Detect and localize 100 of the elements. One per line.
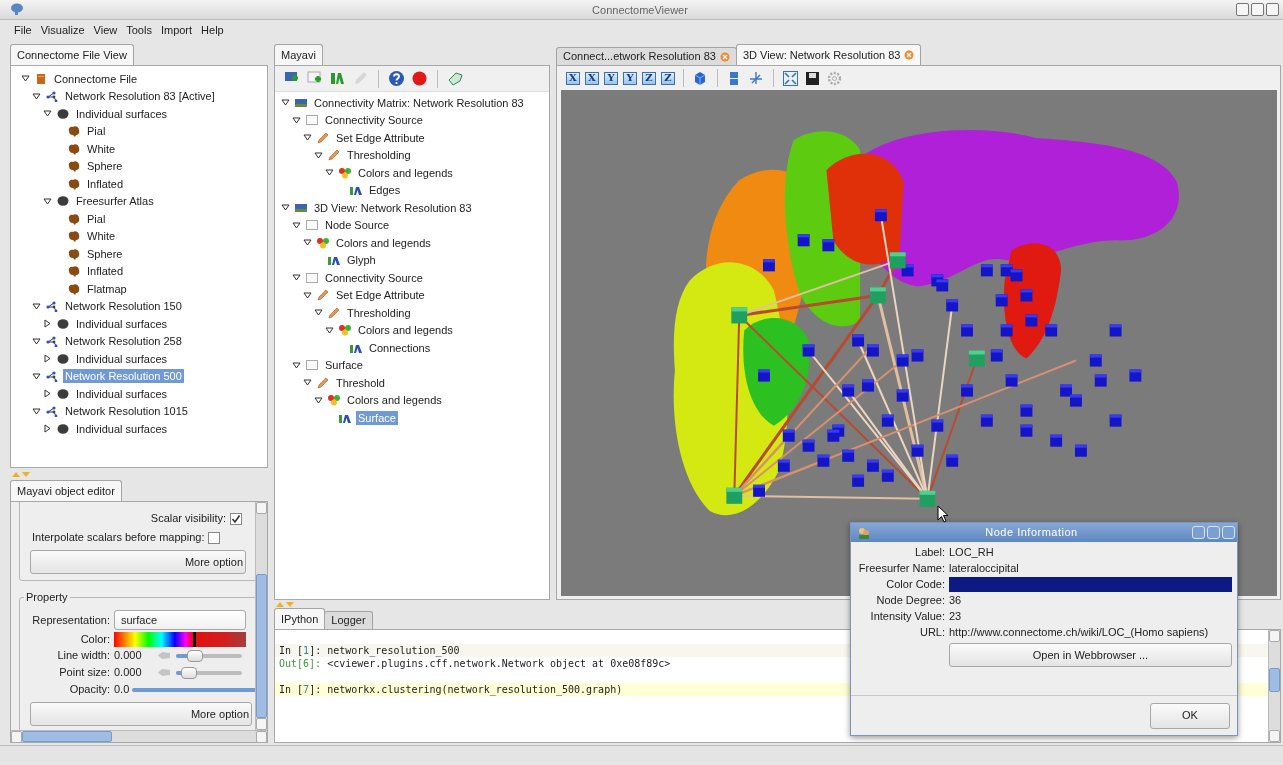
expand-arrow-icon[interactable] bbox=[325, 168, 334, 178]
tree-item[interactable]: Network Resolution 1015 bbox=[63, 404, 190, 419]
menu-item[interactable]: View bbox=[93, 23, 118, 40]
tree-item[interactable]: Glyph bbox=[345, 253, 378, 268]
checkbox[interactable] bbox=[208, 531, 221, 544]
bars-icon[interactable] bbox=[329, 70, 346, 87]
tree-item[interactable]: Sphere bbox=[85, 159, 125, 174]
slider-handle[interactable] bbox=[187, 649, 204, 662]
menu-item[interactable]: Visualize bbox=[40, 23, 85, 40]
expand-arrow-icon[interactable] bbox=[314, 308, 323, 318]
tree-item[interactable]: Individual surfaces bbox=[74, 386, 170, 401]
ok-button[interactable]: OK bbox=[1150, 702, 1230, 729]
tab[interactable]: Mayavi object editor bbox=[10, 480, 122, 501]
tree-item[interactable]: Network Resolution 258 bbox=[63, 334, 184, 349]
axis-view-button[interactable]: Y bbox=[604, 71, 618, 85]
axis-view-button[interactable]: X bbox=[585, 71, 599, 85]
tree-item[interactable]: Individual surfaces bbox=[74, 106, 170, 121]
expand-arrow-icon[interactable] bbox=[303, 378, 312, 388]
tree-item[interactable]: 3D View: Network Resolution 83 bbox=[312, 200, 474, 215]
representation-dropdown[interactable]: surface bbox=[114, 610, 246, 630]
save-icon[interactable] bbox=[804, 69, 821, 87]
tree-item[interactable]: Surface bbox=[323, 358, 365, 373]
tree-item[interactable]: Connectome File bbox=[52, 71, 140, 86]
tree-item[interactable]: Individual surfaces bbox=[74, 316, 170, 331]
fullscreen-icon[interactable] bbox=[782, 69, 799, 87]
horizontal-scrollbar[interactable] bbox=[11, 730, 267, 742]
tree-item[interactable]: Flatmap bbox=[85, 281, 129, 296]
tree-item[interactable]: Inflated bbox=[85, 264, 126, 279]
vertical-scrollbar[interactable] bbox=[255, 502, 267, 730]
expand-arrow-icon[interactable] bbox=[292, 360, 301, 370]
expand-arrow-icon[interactable] bbox=[32, 301, 41, 311]
tree-item[interactable]: Individual surfaces bbox=[74, 421, 170, 436]
tree-item[interactable]: Thresholding bbox=[345, 305, 413, 320]
tree-item[interactable]: Node Source bbox=[323, 218, 392, 233]
axis-view-button[interactable]: Z bbox=[661, 71, 675, 85]
tree-item[interactable]: Set Edge Attribute bbox=[334, 288, 427, 303]
axes-icon[interactable] bbox=[748, 69, 765, 87]
tree-item[interactable]: Colors and legends bbox=[356, 323, 455, 338]
tab[interactable]: Mayavi bbox=[274, 44, 323, 65]
menu-item[interactable]: Import bbox=[160, 23, 193, 40]
tree-item[interactable]: Pial bbox=[85, 124, 108, 139]
expand-arrow-icon[interactable] bbox=[32, 91, 41, 101]
menu-item[interactable]: Tools bbox=[126, 23, 152, 40]
axis-view-button[interactable]: X bbox=[566, 71, 580, 85]
tab[interactable]: 3D View: Network Resolution 83 bbox=[735, 44, 922, 65]
tree-item[interactable]: Network Resolution 150 bbox=[63, 299, 184, 314]
axis-view-button[interactable]: Z bbox=[642, 71, 656, 85]
tree-item[interactable]: Set Edge Attribute bbox=[334, 130, 427, 145]
tab[interactable]: IPython bbox=[274, 608, 326, 629]
expand-arrow-icon[interactable] bbox=[43, 424, 52, 434]
tab[interactable]: Connect...etwork Resolution 83 bbox=[556, 47, 737, 65]
expand-arrow-icon[interactable] bbox=[32, 336, 41, 346]
expand-arrow-icon[interactable] bbox=[43, 354, 52, 364]
expand-arrow-icon[interactable] bbox=[32, 371, 41, 381]
expand-arrow-icon[interactable] bbox=[303, 238, 312, 248]
expand-arrow-icon[interactable] bbox=[303, 290, 312, 300]
expand-arrow-icon[interactable] bbox=[32, 406, 41, 416]
tree-item[interactable]: Colors and legends bbox=[334, 235, 433, 250]
expand-arrow-icon[interactable] bbox=[292, 115, 301, 125]
expand-arrow-icon[interactable] bbox=[43, 319, 52, 329]
more-options-button[interactable]: More option bbox=[30, 702, 252, 726]
expand-arrow-icon[interactable] bbox=[292, 273, 301, 283]
slider-handle[interactable] bbox=[180, 666, 197, 679]
tree-item[interactable]: Edges bbox=[367, 183, 403, 198]
close-button[interactable] bbox=[1266, 3, 1279, 16]
expand-arrow-icon[interactable] bbox=[314, 395, 323, 405]
tab[interactable]: Logger bbox=[324, 611, 373, 629]
colormap-drawing[interactable] bbox=[114, 632, 246, 647]
tree-item[interactable]: Threshold bbox=[334, 375, 387, 390]
expand-arrow-icon[interactable] bbox=[21, 74, 30, 84]
open-webbrowser-button[interactable]: Open in Webbrowser ... bbox=[949, 643, 1232, 667]
checkbox[interactable] bbox=[230, 512, 242, 525]
expand-arrow-icon[interactable] bbox=[325, 325, 334, 335]
minimize-button[interactable] bbox=[1236, 3, 1249, 16]
tree-item[interactable]: Thresholding bbox=[345, 148, 413, 163]
menu-item[interactable]: Help bbox=[201, 23, 224, 40]
tree-item[interactable]: Connectivity Source bbox=[323, 113, 425, 128]
tree-item[interactable]: Inflated bbox=[85, 176, 126, 191]
expand-arrow-icon[interactable] bbox=[43, 196, 52, 206]
tree-item[interactable]: Sphere bbox=[85, 246, 125, 261]
menu-item[interactable]: File bbox=[14, 23, 32, 40]
expand-arrow-icon[interactable] bbox=[281, 203, 290, 213]
splitter-handle-icon[interactable] bbox=[12, 470, 32, 478]
expand-arrow-icon[interactable] bbox=[292, 220, 301, 230]
more-options-button[interactable]: More option bbox=[30, 550, 246, 574]
tree-item[interactable]: Freesurfer Atlas bbox=[74, 194, 156, 209]
tab[interactable]: Connectome File View bbox=[10, 44, 134, 65]
expand-arrow-icon[interactable] bbox=[43, 109, 52, 119]
tree-item[interactable]: Colors and legends bbox=[356, 165, 455, 180]
tree-item[interactable]: Network Resolution 83 [Active] bbox=[63, 89, 217, 104]
record-icon[interactable] bbox=[411, 70, 428, 87]
tree-item[interactable]: White bbox=[85, 141, 118, 156]
tree-item[interactable]: Connections bbox=[367, 340, 433, 355]
tree-item[interactable]: Pial bbox=[85, 211, 108, 226]
tree-item[interactable]: White bbox=[85, 229, 118, 244]
tree-item[interactable]: Connectivity Source bbox=[323, 270, 425, 285]
slider-fill[interactable] bbox=[132, 687, 255, 692]
tag-icon[interactable] bbox=[447, 70, 464, 87]
expand-arrow-icon[interactable] bbox=[281, 98, 290, 108]
help-icon[interactable] bbox=[388, 70, 405, 87]
